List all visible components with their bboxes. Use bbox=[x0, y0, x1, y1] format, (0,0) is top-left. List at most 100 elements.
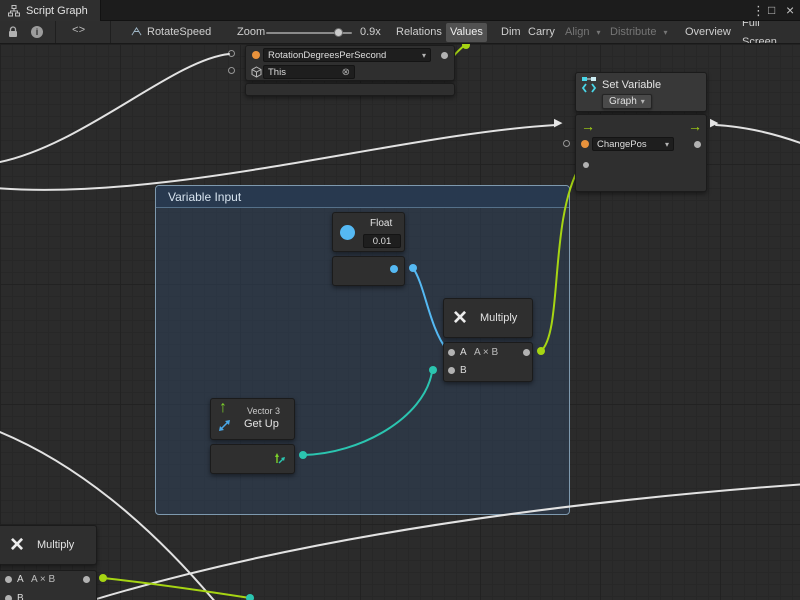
float-type-icon bbox=[340, 225, 355, 240]
edge-value-getup-to-multiply-b[interactable] bbox=[303, 372, 432, 455]
edge-endpoint-dot[interactable] bbox=[99, 574, 107, 582]
edge-flow-left-to-setvariable[interactable] bbox=[0, 125, 556, 190]
edge-endpoint-dot[interactable] bbox=[299, 451, 307, 459]
chevron-down-icon: ▾ bbox=[665, 140, 669, 149]
node-get-up-output[interactable] bbox=[210, 444, 295, 474]
edge-endpoint-dot[interactable] bbox=[537, 347, 545, 355]
output-port[interactable] bbox=[694, 141, 701, 148]
chevron-down-icon: ▾ bbox=[641, 97, 645, 106]
port-label-a: A bbox=[460, 347, 467, 358]
variable-type-port[interactable] bbox=[252, 51, 260, 59]
edge-value-float-to-multiply-a[interactable] bbox=[413, 268, 447, 350]
vector-axes-icon bbox=[217, 419, 231, 438]
edge-flow-left-to-getvariable[interactable] bbox=[0, 54, 229, 163]
input-port-a[interactable] bbox=[5, 576, 12, 583]
float-output-port[interactable] bbox=[390, 265, 398, 273]
node-title: Float bbox=[370, 218, 392, 229]
float-value-input[interactable]: 0.01 bbox=[363, 234, 401, 248]
node-float[interactable]: Float 0.01 bbox=[332, 212, 405, 252]
graph-canvas[interactable]: Variable Input RotationDegreesPerSecond … bbox=[0, 44, 800, 600]
distribute-dropdown[interactable]: Distribute ▾ bbox=[606, 23, 671, 42]
fullscreen-button[interactable]: Full Screen bbox=[738, 23, 800, 42]
multiply-icon: × bbox=[453, 305, 467, 331]
output-port[interactable] bbox=[441, 52, 448, 59]
flow-in-triangle[interactable]: ▶ bbox=[554, 118, 562, 129]
overview-button[interactable]: Overview bbox=[681, 23, 735, 42]
titlebar: Script Graph ⋮ □ × bbox=[0, 0, 800, 21]
set-variable-icon bbox=[581, 76, 597, 98]
toolbar-separator bbox=[110, 21, 111, 43]
variable-scope-dropdown[interactable]: Graph ▾ bbox=[602, 94, 652, 109]
node-multiply[interactable]: × Multiply bbox=[443, 298, 533, 338]
tab-script-graph[interactable]: Script Graph bbox=[0, 0, 101, 21]
script-graph-window: Script Graph ⋮ □ × i <> RotateSpeed Zoom bbox=[0, 0, 800, 600]
node-title: Multiply bbox=[480, 312, 517, 324]
node-get-variable-footer[interactable] bbox=[245, 83, 455, 96]
variable-type-port[interactable] bbox=[581, 140, 589, 148]
node-title: Get Up bbox=[244, 418, 279, 430]
node-float-output[interactable] bbox=[332, 256, 405, 286]
node-multiply-2-body[interactable]: A A × B B bbox=[0, 570, 97, 600]
vector-output-icon[interactable] bbox=[273, 452, 286, 470]
node-get-variable[interactable]: RotationDegreesPerSecond ▾ This ⊗ bbox=[245, 45, 455, 81]
clear-target-icon[interactable]: ⊗ bbox=[342, 67, 350, 78]
edge-endpoint-dot[interactable] bbox=[409, 264, 417, 272]
node-get-up[interactable]: ↑ Vector 3 Get Up bbox=[210, 398, 295, 440]
tab-label: Script Graph bbox=[26, 5, 88, 17]
kebab-menu-icon[interactable]: ⋮ bbox=[752, 2, 765, 19]
port-label-b: B bbox=[17, 593, 24, 600]
script-graph-icon bbox=[8, 5, 20, 17]
output-port[interactable] bbox=[83, 576, 90, 583]
close-icon[interactable]: × bbox=[786, 2, 794, 19]
dim-button[interactable]: Dim bbox=[497, 23, 525, 42]
zoom-slider-track[interactable] bbox=[266, 32, 352, 34]
flow-out-triangle[interactable]: ▶ bbox=[710, 118, 718, 129]
edge-endpoint-dot[interactable] bbox=[246, 594, 254, 600]
node-multiply-2[interactable]: × Multiply bbox=[0, 525, 97, 565]
node-set-variable-body[interactable]: → → ChangePos ▾ bbox=[575, 114, 707, 192]
port-label-a: A bbox=[17, 574, 24, 585]
values-button[interactable]: Values bbox=[446, 23, 487, 42]
code-icon[interactable]: <> bbox=[72, 25, 85, 37]
zoom-label: Zoom bbox=[237, 26, 265, 38]
lock-icon[interactable] bbox=[8, 26, 18, 42]
vector-up-icon: ↑ bbox=[219, 399, 227, 417]
target-field[interactable]: This ⊗ bbox=[263, 65, 355, 79]
edge-endpoint-dot[interactable] bbox=[429, 366, 437, 374]
multiply-icon: × bbox=[10, 532, 24, 558]
variable-name-dropdown[interactable]: RotationDegreesPerSecond ▾ bbox=[263, 48, 431, 62]
graph-asset-icon bbox=[131, 26, 142, 40]
graph-name-label: RotateSpeed bbox=[147, 26, 211, 38]
chevron-down-icon: ▾ bbox=[663, 23, 667, 42]
input-port-a[interactable] bbox=[448, 349, 455, 356]
flow-out-arrow[interactable]: → bbox=[688, 119, 702, 133]
node-multiply-body[interactable]: A A × B B bbox=[443, 342, 533, 382]
edge-flow-bottom-right[interactable] bbox=[80, 484, 800, 600]
port-label-result: A × B bbox=[474, 347, 498, 358]
variable-name-dropdown[interactable]: ChangePos ▾ bbox=[592, 137, 674, 151]
type-label: Vector 3 bbox=[247, 406, 280, 416]
input-port-b[interactable] bbox=[448, 367, 455, 374]
cube-icon bbox=[251, 65, 262, 83]
node-set-variable[interactable]: Set Variable Graph ▾ bbox=[575, 72, 707, 112]
chevron-down-icon: ▾ bbox=[596, 23, 600, 42]
edge-value-multiply2-out[interactable] bbox=[103, 578, 250, 598]
edge-flow-setvariable-out[interactable] bbox=[716, 125, 800, 145]
toolbar-separator bbox=[55, 21, 56, 43]
flow-in-arrow[interactable]: → bbox=[581, 119, 595, 133]
chevron-down-icon: ▾ bbox=[422, 51, 426, 60]
port-label-b: B bbox=[460, 365, 467, 376]
align-dropdown[interactable]: Align ▾ bbox=[561, 23, 604, 42]
zoom-slider-knob[interactable] bbox=[334, 28, 343, 37]
port-label-result: A × B bbox=[31, 574, 55, 585]
value-input-port[interactable] bbox=[583, 162, 589, 168]
input-port-b[interactable] bbox=[5, 595, 12, 600]
relations-button[interactable]: Relations bbox=[392, 23, 446, 42]
toolbar: i <> RotateSpeed Zoom 0.9x Relations Val… bbox=[0, 21, 800, 44]
carry-button[interactable]: Carry bbox=[524, 23, 559, 42]
maximize-icon[interactable]: □ bbox=[768, 2, 775, 19]
edge-value-multiply-to-setvariable[interactable] bbox=[541, 166, 580, 351]
output-port[interactable] bbox=[523, 349, 530, 356]
zoom-value: 0.9x bbox=[360, 26, 381, 38]
info-icon[interactable]: i bbox=[31, 26, 43, 38]
